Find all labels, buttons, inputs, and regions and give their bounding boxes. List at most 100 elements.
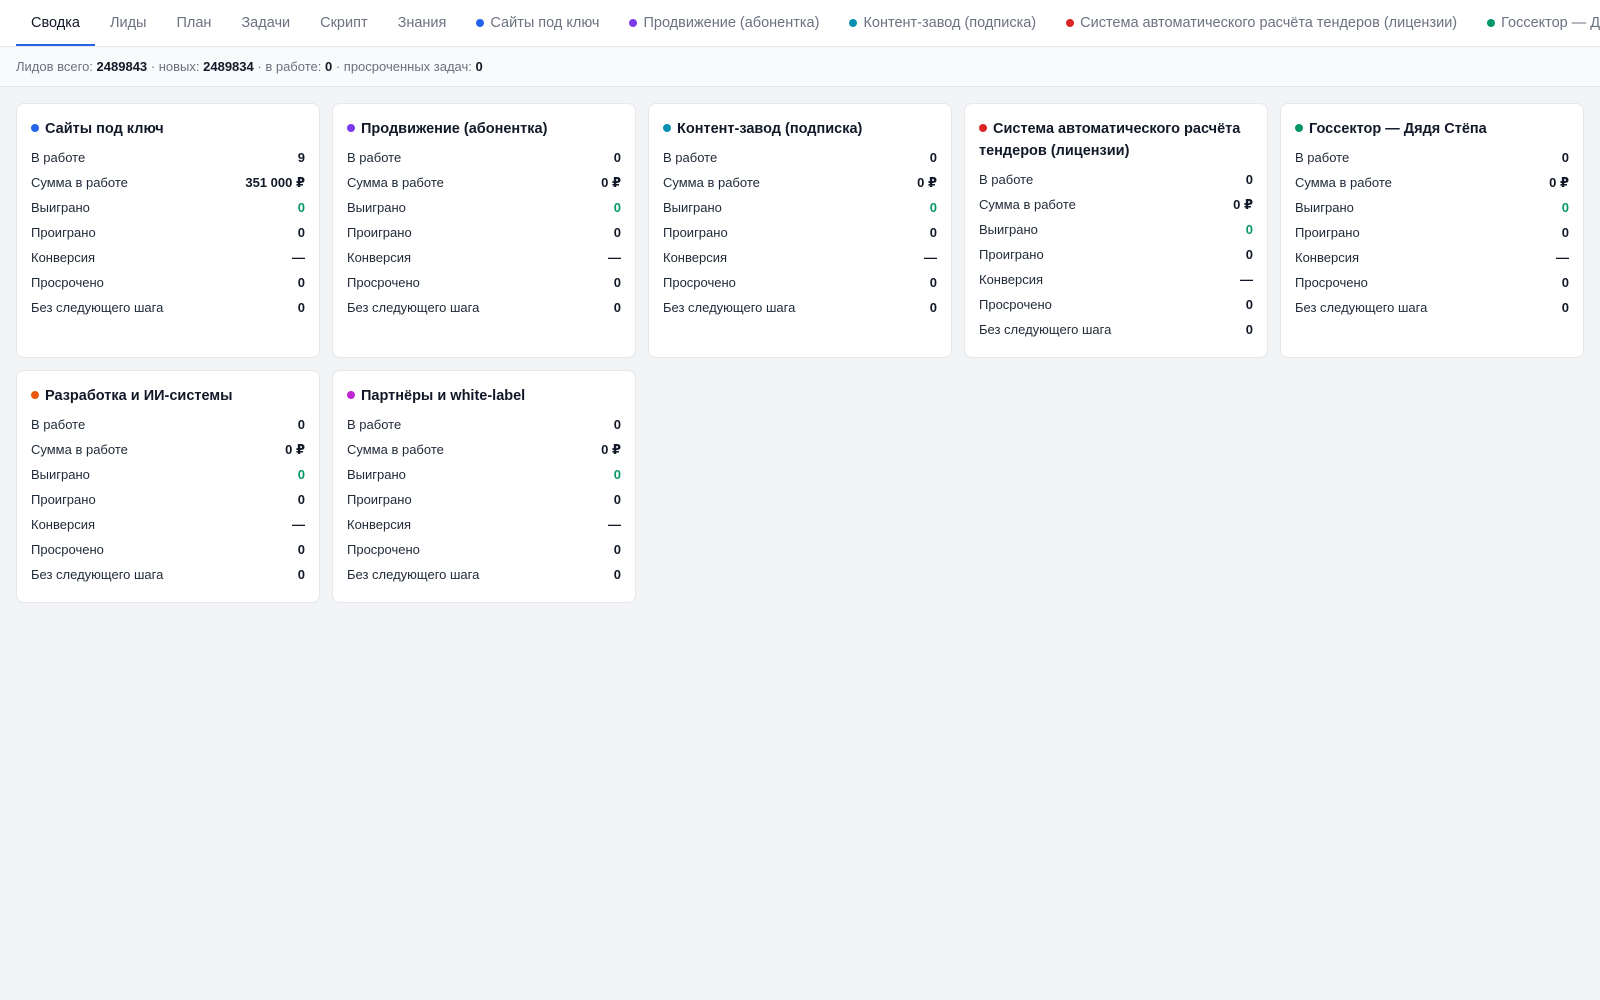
metric-value: 0: [297, 567, 305, 582]
metric-value: 0: [613, 467, 621, 482]
metric-label: Просрочено: [347, 542, 420, 557]
metric-row: Конверсия —: [663, 245, 937, 270]
metric-row: В работе 0: [979, 167, 1253, 192]
tab-3[interactable]: Задачи: [226, 0, 305, 46]
metric-row: Сумма в работе 351 000 ₽: [31, 170, 305, 195]
card-title-text: Разработка и ИИ-системы: [45, 388, 233, 404]
tab-6[interactable]: Сайты под ключ: [461, 0, 614, 46]
tab-label: Сайты под ключ: [490, 15, 600, 31]
metric-label: Проиграно: [979, 247, 1044, 262]
top-navigation: Сводка Лиды План Задачи Скрипт Знания Сайты по…: [0, 0, 1600, 47]
metric-value: 0: [297, 200, 305, 215]
metric-row: Проиграно 0: [663, 220, 937, 245]
tab-color-dot-icon: [629, 19, 638, 27]
metric-label: Конверсия: [31, 250, 96, 265]
new-leads-value: 2489834: [203, 59, 254, 74]
metric-value: —: [1240, 272, 1253, 287]
tab-4[interactable]: Скрипт: [305, 0, 382, 46]
tab-10[interactable]: Госсектор — Дядя Стёпа: [1472, 0, 1600, 46]
metric-row: Выиграно 0: [347, 195, 621, 220]
card-title: Партнёры и white-label: [347, 385, 621, 407]
direction-card: Разработка и ИИ-системы В работе 0 Сумма в …: [16, 370, 320, 603]
metric-value: 351 000 ₽: [245, 174, 305, 190]
metric-value: 0: [929, 225, 937, 240]
metric-row: Без следующего шага 0: [979, 317, 1253, 342]
tab-5[interactable]: Знания: [383, 0, 462, 46]
metric-label: Сумма в работе: [31, 442, 128, 457]
metric-row: Сумма в работе 0 ₽: [979, 192, 1253, 217]
metric-value: 0: [297, 225, 305, 240]
metric-row: Проиграно 0: [31, 487, 305, 512]
metric-value: 0: [297, 542, 305, 557]
card-title: Контент-завод (подписка): [663, 118, 937, 140]
metric-row: Выиграно 0: [31, 195, 305, 220]
metric-row: Без следующего шага 0: [31, 295, 305, 320]
metric-row: Выиграно 0: [979, 217, 1253, 242]
metric-label: Без следующего шага: [31, 567, 164, 582]
card-title: Разработка и ИИ-системы: [31, 385, 305, 407]
tab-label: Сводка: [31, 15, 80, 31]
tab-8[interactable]: Контент-завод (подписка): [834, 0, 1051, 46]
metric-row: Выиграно 0: [663, 195, 937, 220]
metric-label: Выиграно: [1295, 200, 1354, 215]
metric-label: В работе: [347, 417, 402, 432]
direction-card: Сайты под ключ В работе 9 Сумма в работе 351…: [16, 103, 320, 358]
metric-row: Без следующего шага 0: [31, 562, 305, 587]
metric-value: 0: [613, 225, 621, 240]
metric-row: Сумма в работе 0 ₽: [347, 170, 621, 195]
metric-row: В работе 0: [1295, 145, 1569, 170]
metric-value: 0: [1561, 300, 1569, 315]
metric-label: Конверсия: [347, 517, 412, 532]
tab-2[interactable]: План: [161, 0, 226, 46]
metric-label: Просрочено: [979, 297, 1052, 312]
metric-label: В работе: [663, 150, 718, 165]
metric-row: В работе 9: [31, 145, 305, 170]
metric-value: 0: [613, 150, 621, 165]
metric-label: В работе: [1295, 150, 1350, 165]
metric-value: 0 ₽: [601, 441, 621, 457]
direction-color-dot-icon: [31, 124, 39, 132]
metric-label: Просрочено: [31, 275, 104, 290]
metric-row: Конверсия —: [31, 512, 305, 537]
metric-value: —: [924, 250, 937, 265]
metric-row: Сумма в работе 0 ₽: [1295, 170, 1569, 195]
metric-row: Без следующего шага 0: [1295, 295, 1569, 320]
metric-label: Выиграно: [663, 200, 722, 215]
metric-value: —: [1556, 250, 1569, 265]
metric-row: Просрочено 0: [347, 270, 621, 295]
tab-7[interactable]: Продвижение (абонентка): [614, 0, 834, 46]
metric-value: 0: [929, 300, 937, 315]
metric-label: Проиграно: [347, 492, 412, 507]
metric-value: 0: [297, 467, 305, 482]
metric-label: Проиграно: [31, 492, 96, 507]
metric-row: Без следующего шага 0: [347, 295, 621, 320]
tab-0[interactable]: Сводка: [16, 0, 95, 46]
tab-1[interactable]: Лиды: [95, 0, 162, 46]
metric-label: Без следующего шага: [347, 567, 480, 582]
metric-label: Без следующего шага: [31, 300, 164, 315]
metric-value: 0: [613, 542, 621, 557]
tab-color-dot-icon: [1487, 19, 1496, 27]
metric-label: Сумма в работе: [663, 175, 760, 190]
direction-cards-grid: Сайты под ключ В работе 9 Сумма в работе 351…: [16, 103, 1584, 603]
metric-row: Сумма в работе 0 ₽: [347, 437, 621, 462]
tab-9[interactable]: Система автоматического расчёта тендеров…: [1051, 0, 1472, 46]
metric-label: Выиграно: [31, 467, 90, 482]
metric-row: Проиграно 0: [979, 242, 1253, 267]
metric-value: 0: [1245, 322, 1253, 337]
metric-label: Выиграно: [979, 222, 1038, 237]
metric-value: 0: [613, 492, 621, 507]
card-title-text: Госсектор — Дядя Стёпа: [1309, 121, 1487, 137]
inwork-value: 0: [324, 59, 333, 74]
metric-value: 0 ₽: [601, 174, 621, 190]
metric-row: Конверсия —: [31, 245, 305, 270]
metric-label: Конверсия: [347, 250, 412, 265]
metric-value: 0: [613, 417, 621, 432]
direction-card: Система автоматического расчёта тендеров…: [964, 103, 1268, 358]
direction-color-dot-icon: [663, 124, 671, 132]
metric-label: Конверсия: [31, 517, 96, 532]
metric-value: 0: [613, 200, 621, 215]
metric-row: Просрочено 0: [979, 292, 1253, 317]
metric-row: Без следующего шага 0: [663, 295, 937, 320]
metric-label: Без следующего шага: [979, 322, 1112, 337]
